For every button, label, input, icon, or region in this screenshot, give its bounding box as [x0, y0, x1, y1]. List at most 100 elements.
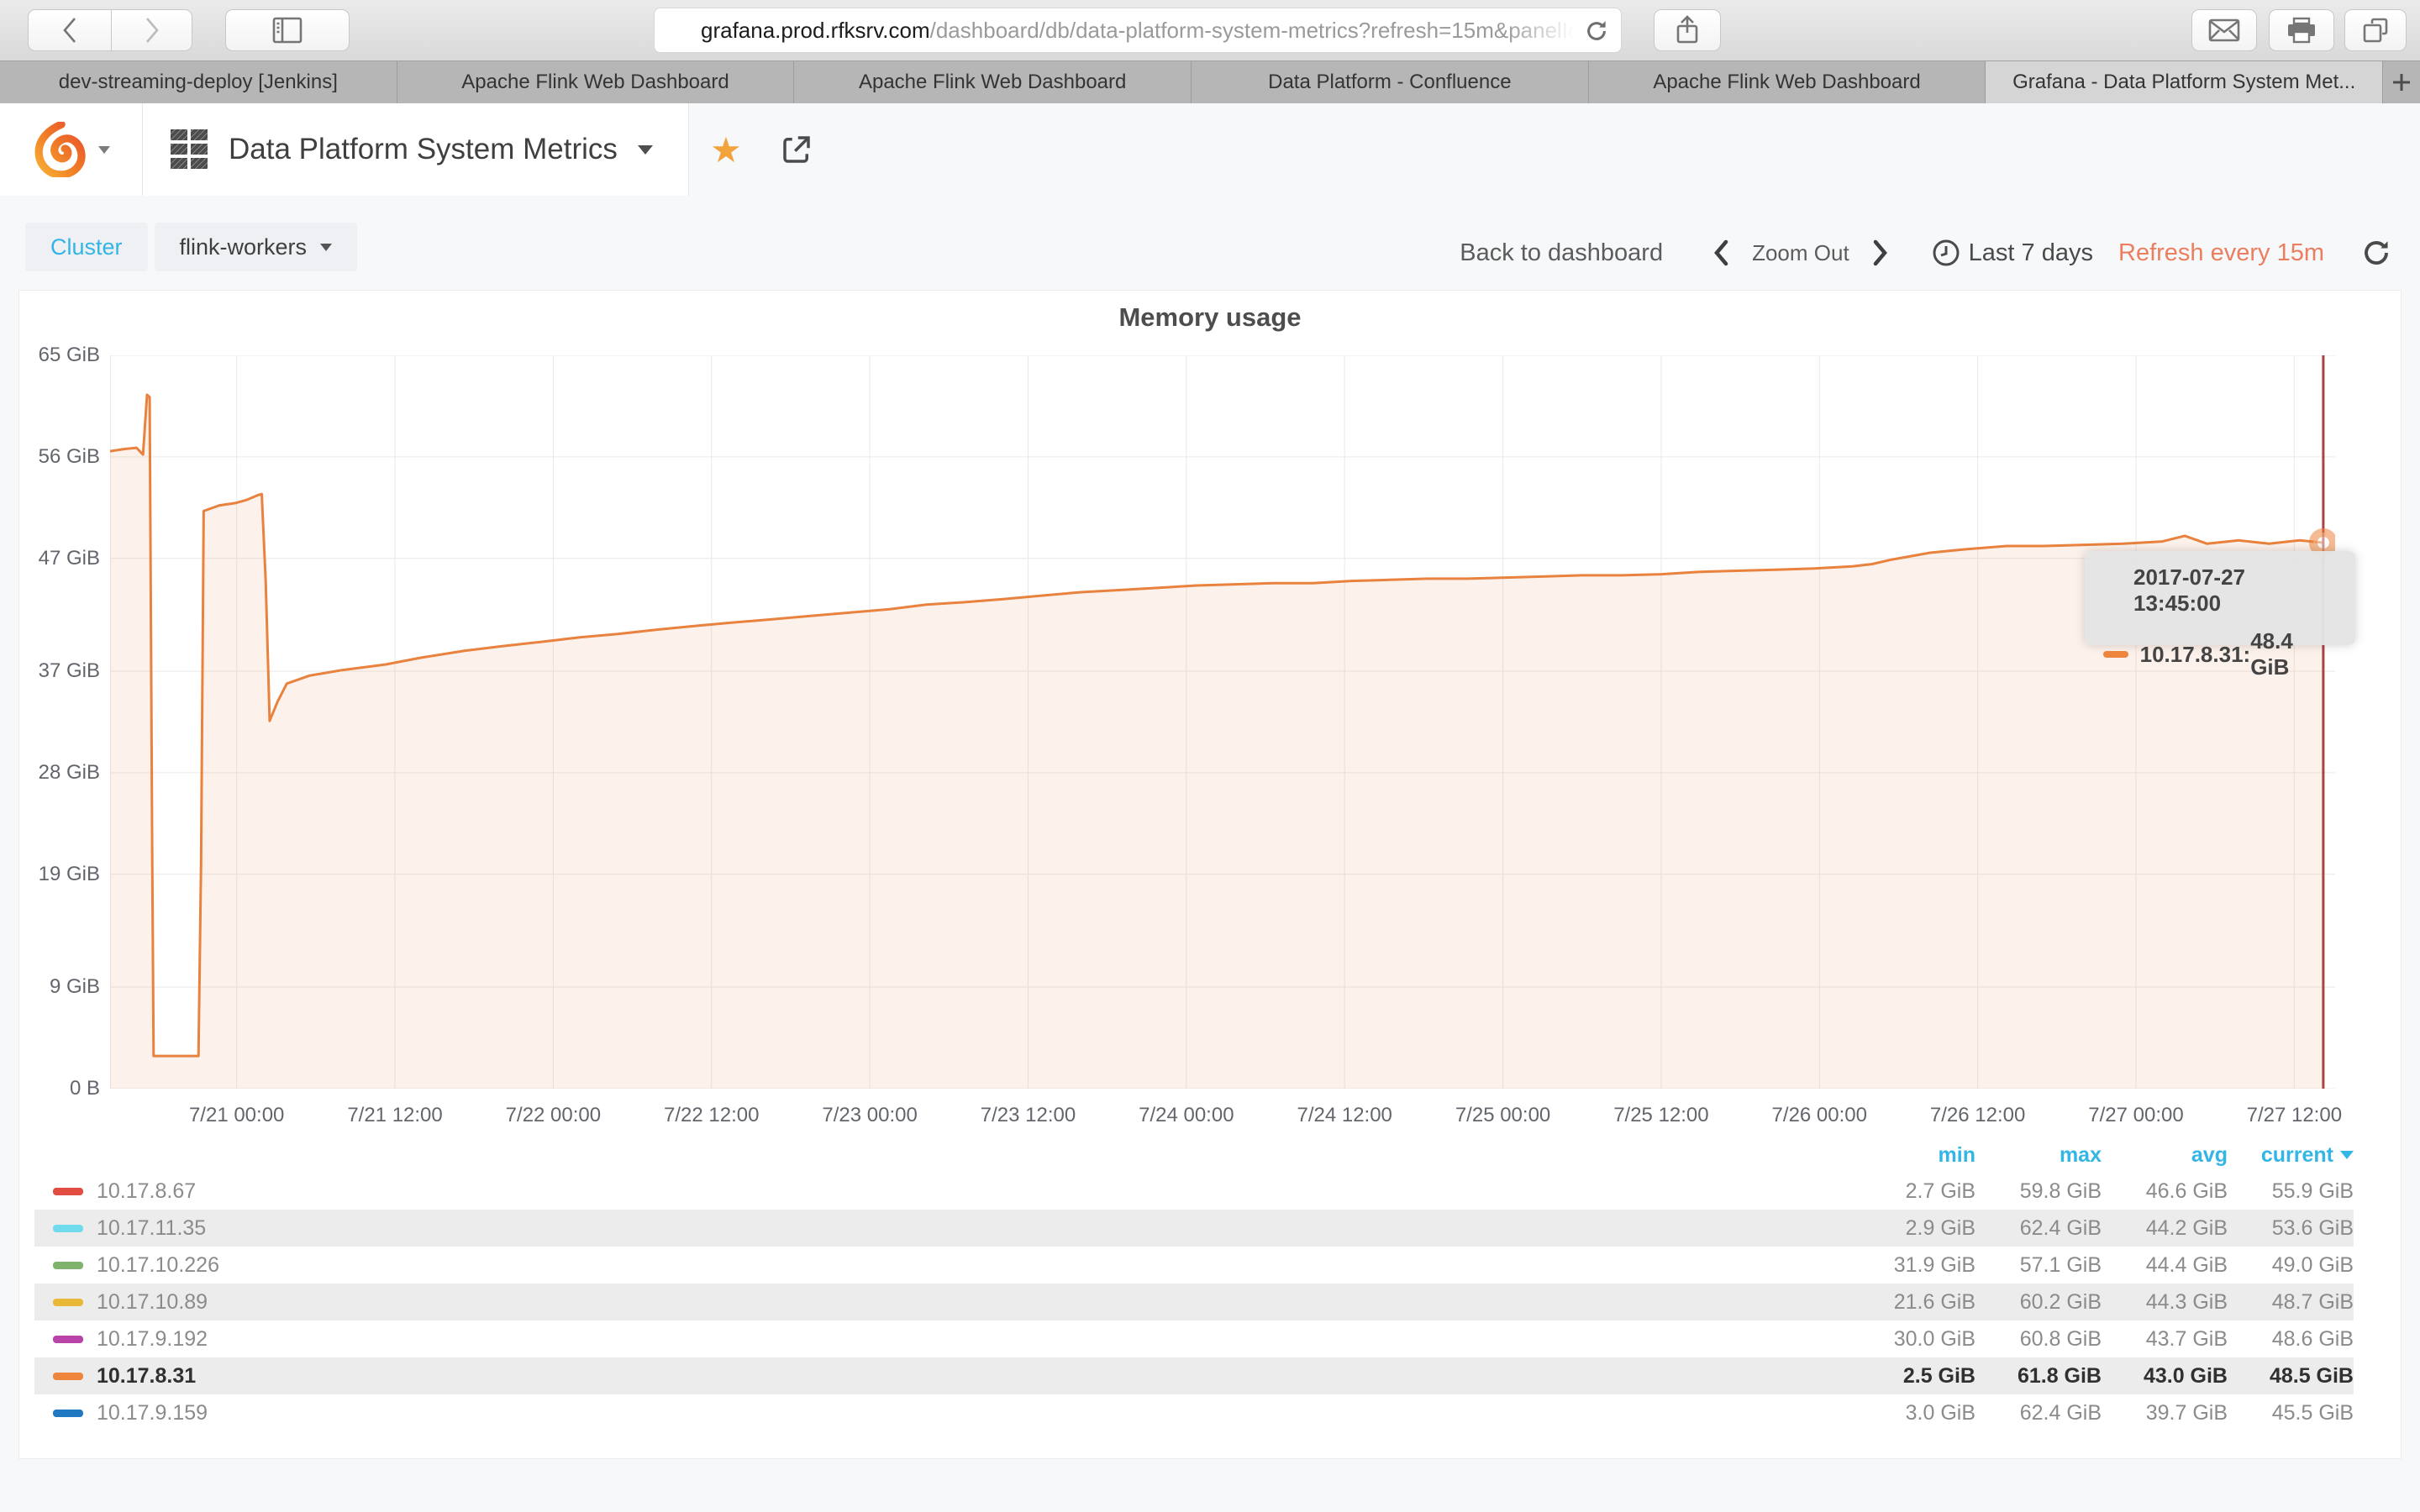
legend-column-header[interactable]: avg: [2102, 1143, 2228, 1168]
legend-value-max: 62.4 GiB: [1975, 1401, 2102, 1425]
x-tick-label: 7/22 00:00: [486, 1104, 620, 1127]
variable-value-dropdown[interactable]: flink-workers: [155, 223, 358, 271]
legend-value-avg: 44.4 GiB: [2102, 1253, 2228, 1278]
star-dashboard-button[interactable]: ★: [689, 103, 763, 196]
sidebar-button[interactable]: [225, 9, 350, 51]
tooltip-timestamp: 2017-07-27 13:45:00: [2103, 564, 2337, 617]
mail-button[interactable]: [2191, 9, 2257, 51]
variable-value: flink-workers: [180, 234, 308, 260]
legend-value-avg: 39.7 GiB: [2102, 1401, 2228, 1425]
legend-value-min: 31.9 GiB: [1849, 1253, 1975, 1278]
legend-row[interactable]: 10.17.10.22631.9 GiB57.1 GiB44.4 GiB49.0…: [34, 1247, 2354, 1284]
back-to-dashboard-link[interactable]: Back to dashboard: [1460, 239, 1663, 267]
series-name[interactable]: 10.17.9.159: [97, 1401, 208, 1425]
legend-column-header[interactable]: min: [1849, 1143, 1975, 1168]
browser-share-button[interactable]: [1654, 9, 1721, 51]
x-tick-label: 7/24 12:00: [1277, 1104, 1412, 1127]
legend-value-max: 61.8 GiB: [1975, 1364, 2102, 1389]
refresh-interval-label[interactable]: Refresh every 15m: [2118, 239, 2324, 267]
legend-row[interactable]: 10.17.8.672.7 GiB59.8 GiB46.6 GiB55.9 Gi…: [34, 1173, 2354, 1210]
x-tick-label: 7/25 00:00: [1436, 1104, 1570, 1127]
legend-value-current: 48.6 GiB: [2228, 1327, 2354, 1352]
x-tick-label: 7/21 12:00: [328, 1104, 462, 1127]
time-range-label: Last 7 days: [1969, 239, 2093, 267]
tab-overview-button[interactable]: [2344, 9, 2407, 51]
browser-tab[interactable]: Grafana - Data Platform System Met...: [1986, 61, 2383, 103]
x-tick-label: 7/27 00:00: [2069, 1104, 2203, 1127]
back-button[interactable]: [28, 9, 112, 51]
series-name[interactable]: 10.17.8.67: [97, 1179, 196, 1204]
panel-title[interactable]: Memory usage: [19, 302, 2401, 333]
legend-value-avg: 43.0 GiB: [2102, 1364, 2228, 1389]
url-path: /dashboard/db/data-platform-system-metri…: [930, 18, 1575, 43]
url-text: grafana.prod.rfksrv.com/dashboard/db/dat…: [701, 18, 1575, 44]
legend-column-header[interactable]: current: [2228, 1143, 2354, 1168]
legend-row[interactable]: 10.17.9.19230.0 GiB60.8 GiB43.7 GiB48.6 …: [34, 1320, 2354, 1357]
legend-value-min: 30.0 GiB: [1849, 1327, 1975, 1352]
series-color-swatch-icon[interactable]: [53, 1410, 83, 1417]
caret-down-icon: [320, 244, 332, 251]
forward-button[interactable]: [112, 9, 192, 51]
legend-value-avg: 44.3 GiB: [2102, 1290, 2228, 1315]
nav-right-controls: Back to dashboard Zoom Out Last 7 days R…: [1460, 207, 2391, 299]
browser-tab[interactable]: Apache Flink Web Dashboard: [794, 61, 1192, 103]
x-tick-label: 7/21 00:00: [170, 1104, 304, 1127]
legend-value-current: 53.6 GiB: [2228, 1216, 2354, 1241]
legend-row[interactable]: 10.17.8.312.5 GiB61.8 GiB43.0 GiB48.5 Gi…: [34, 1357, 2354, 1394]
legend-value-min: 2.7 GiB: [1849, 1179, 1975, 1204]
url-bar[interactable]: grafana.prod.rfksrv.com/dashboard/db/dat…: [654, 8, 1622, 53]
y-tick-label: 28 GiB: [19, 761, 100, 785]
x-tick-label: 7/26 12:00: [1911, 1104, 2045, 1127]
template-variables-row: Cluster flink-workers: [25, 223, 357, 271]
new-tab-button[interactable]: [2383, 61, 2420, 103]
refresh-button[interactable]: [2361, 238, 2391, 268]
dashboard-title-dropdown[interactable]: Data Platform System Metrics: [143, 103, 689, 196]
page-title: Data Platform System Metrics: [229, 133, 618, 166]
legend-row[interactable]: 10.17.10.8921.6 GiB60.2 GiB44.3 GiB48.7 …: [34, 1284, 2354, 1320]
series-color-dash: [2103, 651, 2128, 658]
legend-value-max: 59.8 GiB: [1975, 1179, 2102, 1204]
legend-row[interactable]: 10.17.11.352.9 GiB62.4 GiB44.2 GiB53.6 G…: [34, 1210, 2354, 1247]
x-tick-label: 7/27 12:00: [2227, 1104, 2361, 1127]
series-color-swatch-icon[interactable]: [53, 1373, 83, 1380]
legend-value-avg: 46.6 GiB: [2102, 1179, 2228, 1204]
legend-row[interactable]: 10.17.9.159 3.0 GiB62.4 GiB39.7 GiB45.5 G…: [34, 1394, 2354, 1431]
time-shift-right-button[interactable]: [1858, 228, 1903, 278]
legend-value-min: 21.6 GiB: [1849, 1290, 1975, 1315]
series-color-swatch-icon[interactable]: [53, 1336, 83, 1343]
series-name[interactable]: 10.17.10.226: [97, 1253, 219, 1278]
series-name[interactable]: 10.17.10.89: [97, 1290, 208, 1315]
series-name[interactable]: 10.17.8.31: [97, 1364, 196, 1389]
series-color-swatch-icon[interactable]: [53, 1188, 83, 1195]
share-dashboard-button[interactable]: [763, 103, 830, 196]
legend-value-min: 3.0 GiB: [1849, 1401, 1975, 1425]
x-tick-label: 7/23 12:00: [960, 1104, 1095, 1127]
tab-bar: dev-streaming-deploy [Jenkins]Apache Fli…: [0, 60, 2420, 103]
print-button[interactable]: [2269, 9, 2334, 51]
series-name[interactable]: 10.17.11.35: [97, 1216, 206, 1241]
tooltip-series-value: 48.4 GiB: [2250, 628, 2337, 680]
series-color-swatch-icon[interactable]: [53, 1262, 83, 1269]
legend-value-current: 48.5 GiB: [2228, 1364, 2354, 1389]
time-shift-left-button[interactable]: [1698, 228, 1744, 278]
y-tick-label: 19 GiB: [19, 863, 100, 886]
series-name[interactable]: 10.17.9.192: [97, 1327, 208, 1352]
browser-tab[interactable]: Data Platform - Confluence: [1192, 61, 1589, 103]
x-tick-label: 7/26 00:00: [1752, 1104, 1886, 1127]
series-color-swatch-icon[interactable]: [53, 1225, 83, 1232]
browser-tab[interactable]: Apache Flink Web Dashboard: [397, 61, 795, 103]
legend-value-current: 45.5 GiB: [2228, 1401, 2354, 1425]
browser-tab[interactable]: dev-streaming-deploy [Jenkins]: [0, 61, 397, 103]
url-host: grafana.prod.rfksrv.com: [701, 18, 930, 43]
x-tick-label: 7/23 00:00: [802, 1104, 937, 1127]
zoom-out-button[interactable]: Zoom Out: [1752, 240, 1849, 266]
legend-value-avg: 44.2 GiB: [2102, 1216, 2228, 1241]
grafana-menu-button[interactable]: [0, 103, 143, 196]
browser-tab[interactable]: Apache Flink Web Dashboard: [1589, 61, 1986, 103]
reload-button[interactable]: [1584, 18, 1609, 44]
chart-plot-area[interactable]: [110, 355, 2335, 1089]
time-range-picker[interactable]: Last 7 days: [1932, 239, 2093, 267]
legend-column-header[interactable]: max: [1975, 1143, 2102, 1168]
tooltip-series-name: 10.17.8.31:: [2140, 642, 2251, 668]
series-color-swatch-icon[interactable]: [53, 1299, 83, 1306]
